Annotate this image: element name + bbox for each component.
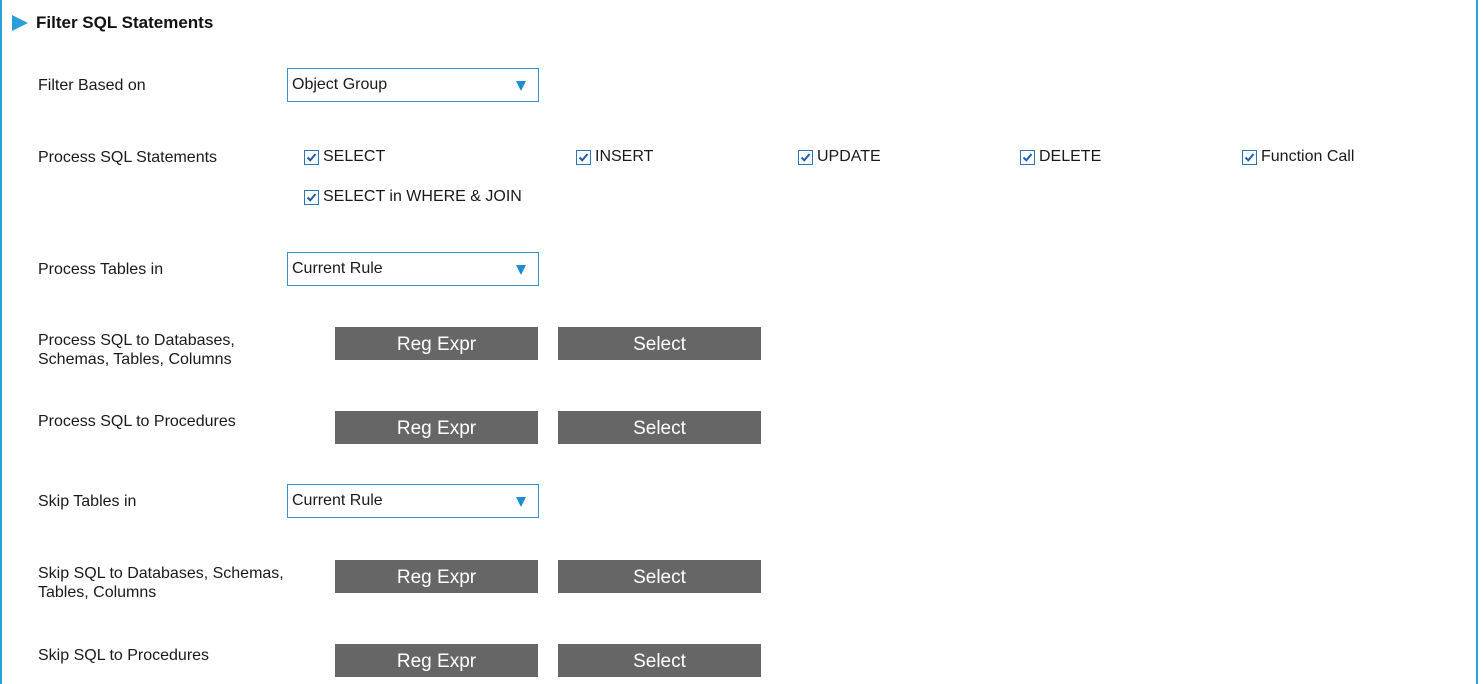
checkbox-update[interactable]: UPDATE — [798, 147, 881, 167]
process-sql-objects-regexpr-button[interactable]: Reg Expr — [335, 327, 538, 360]
section-title: Filter SQL Statements — [36, 13, 214, 32]
checkbox-checked-icon[interactable] — [304, 189, 319, 205]
skip-sql-procedures-regexpr-button[interactable]: Reg Expr — [335, 644, 538, 677]
skip-sql-objects-regexpr-button[interactable]: Reg Expr — [335, 560, 538, 593]
skip-tables-in-value: Current Rule — [292, 492, 383, 509]
checkbox-function-call[interactable]: Function Call — [1242, 147, 1354, 167]
process-tables-in-select[interactable]: Current Rule — [287, 252, 539, 286]
checkbox-label: SELECT — [323, 148, 386, 165]
label-line: Tables, Columns — [38, 584, 157, 601]
checkbox-checked-icon[interactable] — [1020, 149, 1035, 165]
skip-sql-objects-select-button[interactable]: Select — [558, 560, 761, 593]
chevron-down-icon — [516, 265, 526, 275]
checkbox-checked-icon[interactable] — [798, 149, 813, 165]
process-sql-procedures-label: Process SQL to Procedures — [38, 413, 236, 430]
process-sql-procedures-select-button[interactable]: Select — [558, 411, 761, 444]
checkbox-checked-icon[interactable] — [304, 149, 319, 165]
checkbox-checked-icon[interactable] — [1242, 149, 1257, 165]
process-sql-statements-label: Process SQL Statements — [38, 149, 218, 166]
checkbox-label: INSERT — [595, 148, 654, 165]
filter-sql-panel: Filter SQL Statements Filter Based on Ob… — [0, 0, 1478, 684]
checkbox-label: DELETE — [1039, 148, 1102, 165]
process-sql-objects-select-button[interactable]: Select — [558, 327, 761, 360]
skip-sql-procedures-select-button[interactable]: Select — [558, 644, 761, 677]
filter-based-on-select[interactable]: Object Group — [287, 68, 539, 102]
filter-based-on-value: Object Group — [292, 76, 388, 93]
checkbox-checked-icon[interactable] — [576, 149, 591, 165]
chevron-down-icon — [516, 81, 526, 91]
skip-tables-in-select[interactable]: Current Rule — [287, 484, 539, 518]
checkbox-delete[interactable]: DELETE — [1020, 147, 1101, 167]
expand-triangle-icon[interactable] — [12, 15, 28, 31]
checkbox-select[interactable]: SELECT — [304, 147, 385, 167]
process-sql-objects-label: Process SQL to Databases, Schemas, Table… — [38, 331, 235, 369]
checkbox-label: Function Call — [1261, 148, 1355, 165]
skip-sql-procedures-label: Skip SQL to Procedures — [38, 647, 210, 664]
label-line: Skip SQL to Databases, Schemas, — [38, 565, 284, 582]
section-header[interactable]: Filter SQL Statements — [12, 12, 213, 34]
checkbox-label: UPDATE — [817, 148, 881, 165]
process-tables-in-value: Current Rule — [292, 260, 383, 277]
checkbox-insert[interactable]: INSERT — [576, 147, 653, 167]
label-line: Process SQL to Databases, — [38, 332, 235, 349]
checkbox-label: SELECT in WHERE & JOIN — [323, 188, 522, 205]
checkbox-select-in-where-join[interactable]: SELECT in WHERE & JOIN — [304, 187, 522, 207]
process-tables-in-label: Process Tables in — [38, 261, 164, 278]
chevron-down-icon — [516, 497, 526, 507]
skip-sql-objects-label: Skip SQL to Databases, Schemas, Tables, … — [38, 564, 284, 602]
filter-based-on-label: Filter Based on — [38, 77, 146, 94]
skip-tables-in-label: Skip Tables in — [38, 493, 137, 510]
process-sql-procedures-regexpr-button[interactable]: Reg Expr — [335, 411, 538, 444]
label-line: Schemas, Tables, Columns — [38, 351, 232, 368]
